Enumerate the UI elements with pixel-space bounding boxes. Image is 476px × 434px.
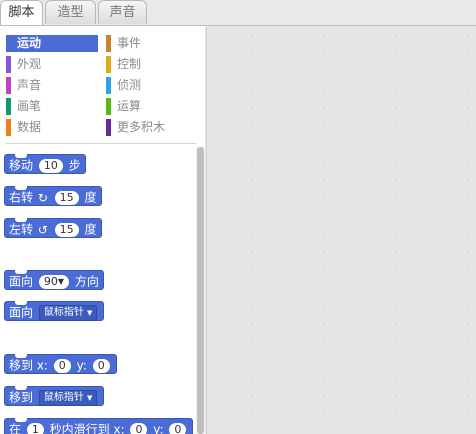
category-more-blocks[interactable]: 更多积木 (106, 119, 198, 136)
category-more-blocks-color (106, 119, 111, 136)
tab-scripts[interactable]: 脚本 (0, 0, 43, 26)
tab-scripts-label: 脚本 (8, 5, 35, 20)
go-to-block[interactable]: 移到 鼠标指针 ▼ (4, 386, 105, 406)
turn-left-prefix: 左转 (9, 222, 34, 237)
glide-block[interactable]: 在 1 秒内滑行到 x: 0 y: 0 (4, 418, 194, 434)
goto-option: 鼠标指针 (43, 391, 84, 403)
block-notch (15, 154, 27, 158)
rotate-clockwise-icon: ↻ (37, 190, 48, 205)
goto-prefix: 移到 (9, 390, 34, 405)
turn-left-degrees-input[interactable]: 15 (54, 222, 79, 237)
point-towards-block[interactable]: 面向 鼠标指针 ▼ (4, 301, 105, 321)
glide-prefix: 在 (9, 422, 22, 434)
category-looks[interactable]: 外观 (6, 56, 98, 73)
category-more-blocks-label: 更多积木 (117, 120, 166, 134)
block-notch (15, 386, 27, 390)
category-motion[interactable]: 运动 (6, 35, 98, 52)
category-control-label: 控制 (117, 57, 142, 71)
category-sensing-color (106, 77, 111, 94)
block-notch (15, 270, 27, 274)
category-sound[interactable]: 声音 (6, 77, 98, 94)
goto-xy-prefix: 移到 x: (9, 358, 48, 373)
block-notch (15, 418, 27, 422)
category-operators[interactable]: 运算 (106, 98, 198, 115)
category-data[interactable]: 数据 (6, 119, 98, 136)
category-divider (6, 143, 196, 144)
point-towards-target-dropdown[interactable]: 鼠标指针 ▼ (38, 304, 98, 321)
category-events-color (106, 35, 111, 52)
palette-scrollbar[interactable] (197, 147, 204, 434)
category-looks-label: 外观 (17, 57, 42, 71)
tab-sounds-label: 声音 (109, 5, 136, 20)
point-towards-prefix: 面向 (9, 305, 34, 320)
dropdown-arrow-icon: ▼ (87, 308, 93, 317)
glide-mid: 秒内滑行到 x: (49, 422, 125, 434)
category-sensing-label: 侦测 (117, 78, 142, 92)
move-block-prefix: 移动 (9, 158, 34, 173)
category-operators-color (106, 98, 111, 115)
editor-tabs: 脚本 造型 声音 (0, 0, 476, 26)
direction-input[interactable]: 90▼ (38, 274, 69, 289)
category-control[interactable]: 控制 (106, 56, 198, 73)
go-to-xy-block[interactable]: 移到 x: 0 y: 0 (4, 354, 117, 374)
direction-value: 90 (43, 274, 58, 288)
category-pen-color (6, 98, 11, 115)
point-direction-prefix: 面向 (9, 274, 34, 289)
scripts-area[interactable] (206, 27, 476, 434)
category-data-color (6, 119, 11, 136)
dropdown-arrow-icon: ▼ (87, 393, 93, 402)
tab-costumes-label: 造型 (57, 5, 84, 20)
goto-target-dropdown[interactable]: 鼠标指针 ▼ (38, 389, 98, 406)
block-notch (15, 186, 27, 190)
move-block-suffix: 步 (68, 158, 81, 173)
category-sensing[interactable]: 侦测 (106, 77, 198, 94)
category-sound-color (6, 77, 11, 94)
move-steps-input[interactable]: 10 (38, 158, 63, 173)
goto-x-input[interactable]: 0 (53, 358, 71, 373)
turn-left-block[interactable]: 左转 ↺ 15 度 (4, 218, 102, 238)
category-events-label: 事件 (117, 36, 142, 50)
point-direction-suffix: 方向 (74, 274, 99, 289)
category-looks-color (6, 56, 11, 73)
category-pen[interactable]: 画笔 (6, 98, 98, 115)
block-notch (15, 218, 27, 222)
glide-y-input[interactable]: 0 (169, 422, 187, 434)
rotate-counterclockwise-icon: ↺ (37, 222, 48, 237)
dropdown-arrow-icon: ▼ (57, 276, 64, 286)
glide-mid2: y: (153, 422, 164, 434)
category-operators-label: 运算 (117, 99, 142, 113)
point-in-direction-block[interactable]: 面向 90▼ 方向 (4, 270, 104, 290)
block-notch (15, 301, 27, 305)
block-notch (15, 354, 27, 358)
glide-x-input[interactable]: 0 (130, 422, 148, 434)
category-motion-label: 运动 (17, 36, 42, 50)
category-control-color (106, 56, 111, 73)
block-palette: 移动 10 步 右转 ↻ 15 度 左转 ↺ 15 度 面向 90▼ 方向 面向… (0, 146, 205, 434)
goto-xy-mid: y: (76, 358, 87, 373)
turn-right-block[interactable]: 右转 ↻ 15 度 (4, 186, 102, 206)
turn-right-suffix: 度 (84, 190, 97, 205)
turn-right-prefix: 右转 (9, 190, 34, 205)
tab-costumes[interactable]: 造型 (45, 0, 96, 24)
glide-seconds-input[interactable]: 1 (26, 422, 44, 434)
turn-left-suffix: 度 (84, 222, 97, 237)
tab-sounds[interactable]: 声音 (98, 0, 147, 24)
turn-right-degrees-input[interactable]: 15 (54, 190, 79, 205)
point-towards-option: 鼠标指针 (43, 306, 84, 318)
category-sound-label: 声音 (17, 78, 42, 92)
move-steps-block[interactable]: 移动 10 步 (4, 154, 86, 174)
category-events[interactable]: 事件 (106, 35, 198, 52)
category-data-label: 数据 (17, 120, 42, 134)
goto-y-input[interactable]: 0 (92, 358, 110, 373)
category-pen-label: 画笔 (17, 99, 42, 113)
